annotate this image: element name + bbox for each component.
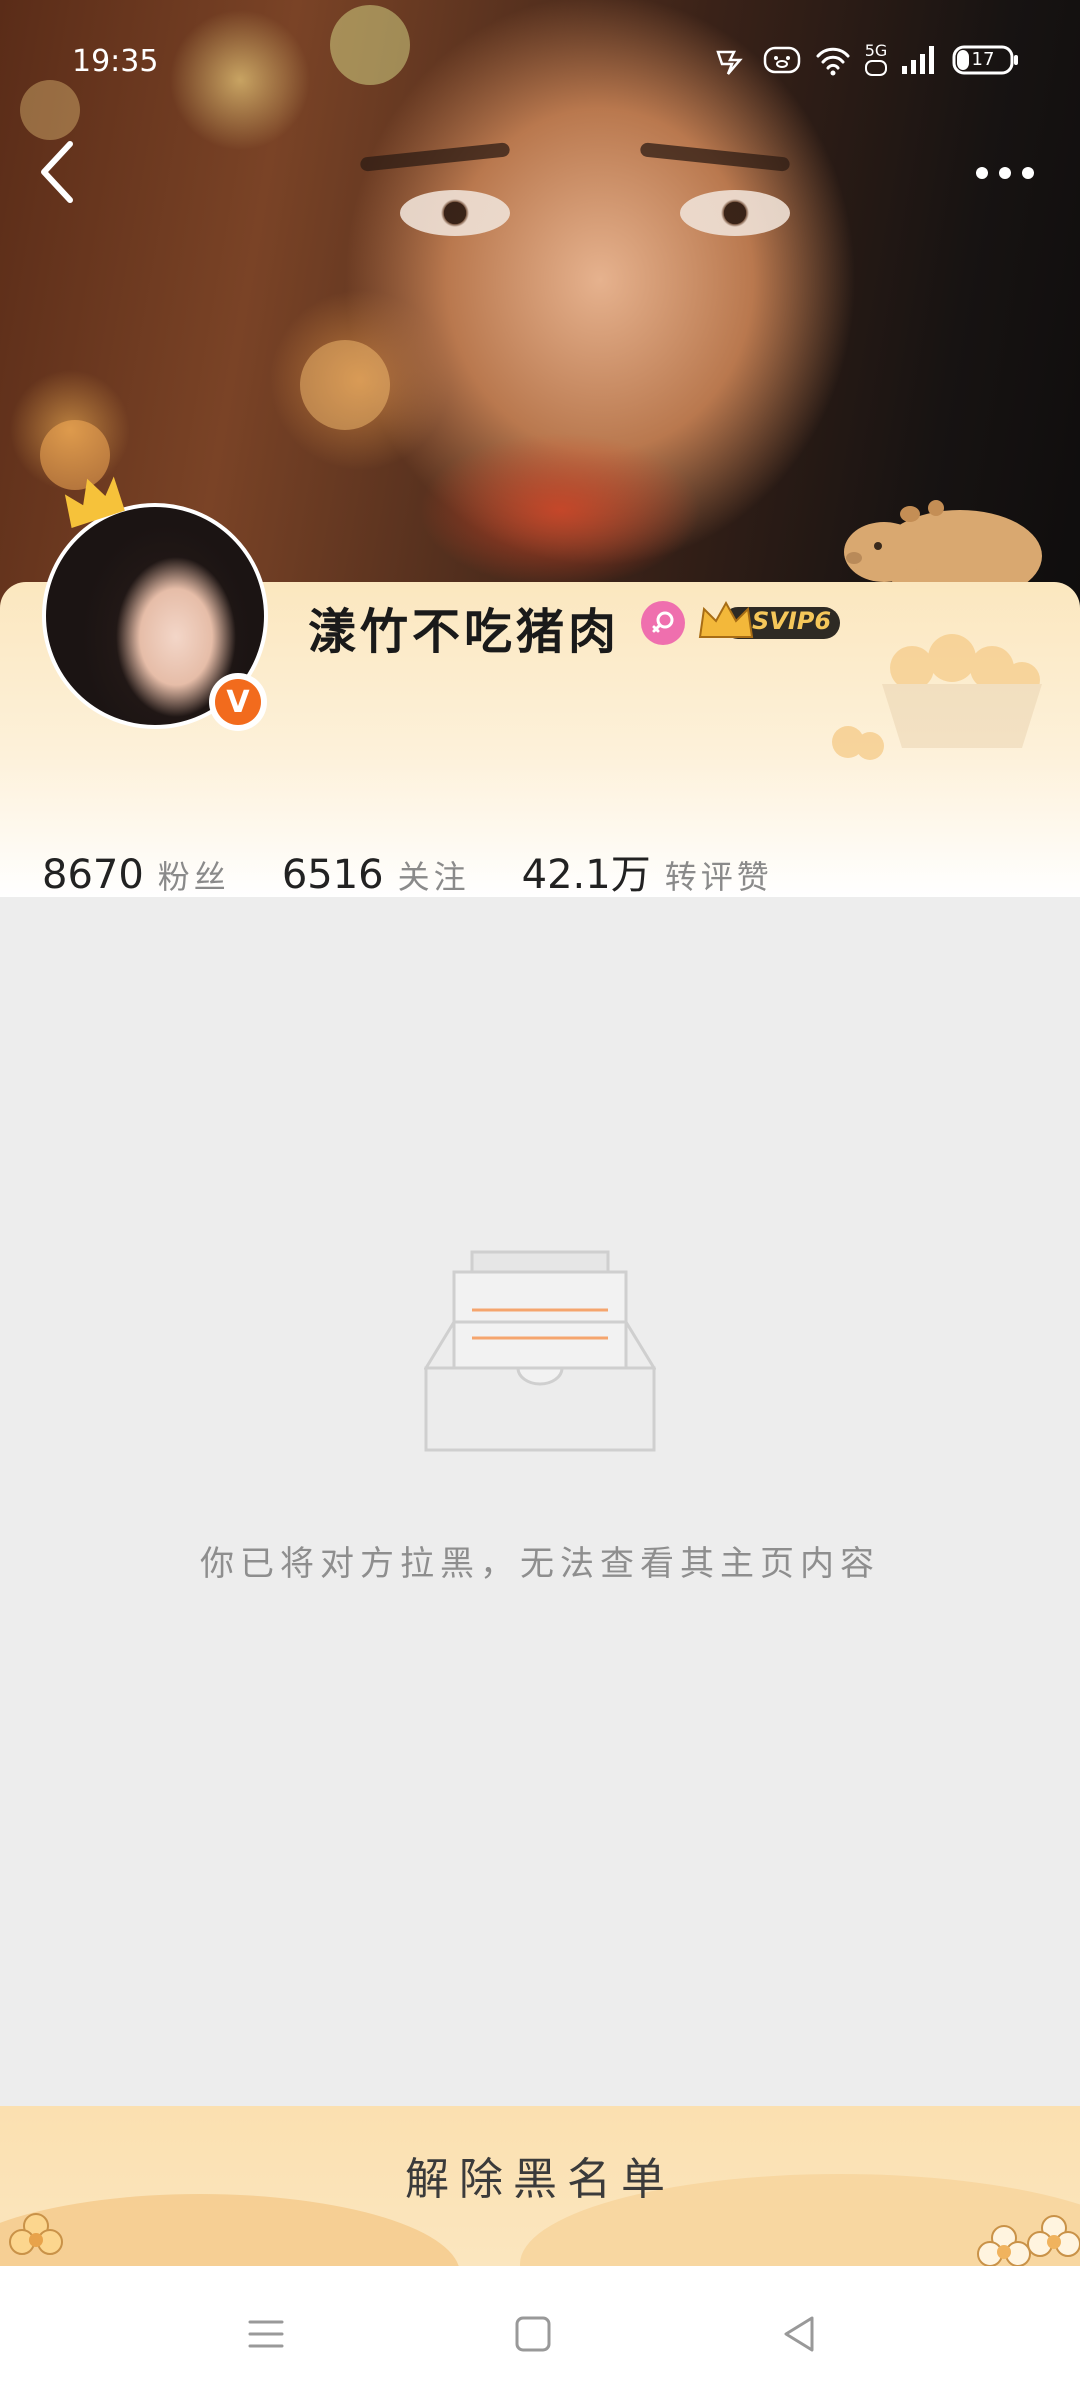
bokeh-light [330, 5, 410, 85]
stat-value: 8670 [42, 852, 144, 898]
svip-label: SVIP6 [752, 607, 832, 635]
status-icons: 5G 17 [712, 42, 1020, 78]
volte-icon [865, 60, 887, 76]
network-type: 5G [864, 41, 888, 60]
wifi-icon [816, 47, 850, 76]
stat-interactions[interactable]: 42.1万 转评赞 [522, 842, 773, 900]
unblock-button[interactable]: 解除黑名单 [340, 2140, 740, 2210]
crown-icon [64, 476, 125, 528]
blocked-message: 你已将对方拉黑，无法查看其主页内容 [200, 1544, 880, 1584]
battery-icon: 17 [952, 43, 1020, 77]
verified-badge: V [209, 673, 267, 731]
orange-decoration [832, 726, 884, 760]
profile-stats: 8670 粉丝 6516 关注 42.1万 转评赞 [42, 842, 825, 900]
action-bar: 解除黑名单 [0, 2106, 1080, 2266]
username: 漾竹不吃猪肉 [308, 604, 621, 660]
home-icon [515, 2316, 551, 2352]
flower-decoration [977, 2225, 1031, 2266]
face-detail [639, 142, 791, 172]
face-detail [400, 190, 510, 236]
stat-value: 42.1万 [521, 852, 651, 898]
stat-followers[interactable]: 8670 粉丝 [42, 852, 230, 898]
signal-icon [902, 46, 934, 74]
bokeh-light [300, 340, 390, 430]
face-detail [680, 190, 790, 236]
empty-inbox-icon [424, 1250, 656, 1452]
fruit-basket-decoration [882, 634, 1042, 748]
status-time: 19:35 [72, 44, 159, 79]
system-nav-bar [0, 2266, 1080, 2400]
female-icon [641, 601, 685, 645]
app-notification-icon [716, 50, 743, 75]
menu-button[interactable] [236, 2304, 296, 2364]
stat-value: 6516 [281, 852, 384, 898]
more-horizontal-icon [976, 167, 1034, 179]
flower-decoration [9, 2213, 63, 2255]
bokeh-light [20, 80, 80, 140]
flower-decoration [1027, 2215, 1080, 2257]
stat-label: 粉丝 [157, 858, 230, 896]
back-nav-button[interactable] [770, 2304, 830, 2364]
menu-icon [248, 2320, 284, 2348]
triangle-back-icon [784, 2316, 814, 2352]
svip-badge[interactable]: SVIP6 [696, 597, 844, 647]
pig-notification-icon [763, 46, 801, 74]
verified-icon: V [215, 679, 261, 725]
back-button[interactable] [30, 132, 90, 212]
chevron-left-icon [41, 141, 73, 203]
home-button[interactable] [503, 2304, 563, 2364]
battery-level: 17 [971, 49, 995, 70]
more-button[interactable] [970, 150, 1040, 196]
stat-following[interactable]: 6516 关注 [282, 852, 470, 898]
stat-label: 转评赞 [664, 858, 773, 896]
stat-label: 关注 [397, 858, 470, 896]
face-detail [359, 142, 511, 172]
